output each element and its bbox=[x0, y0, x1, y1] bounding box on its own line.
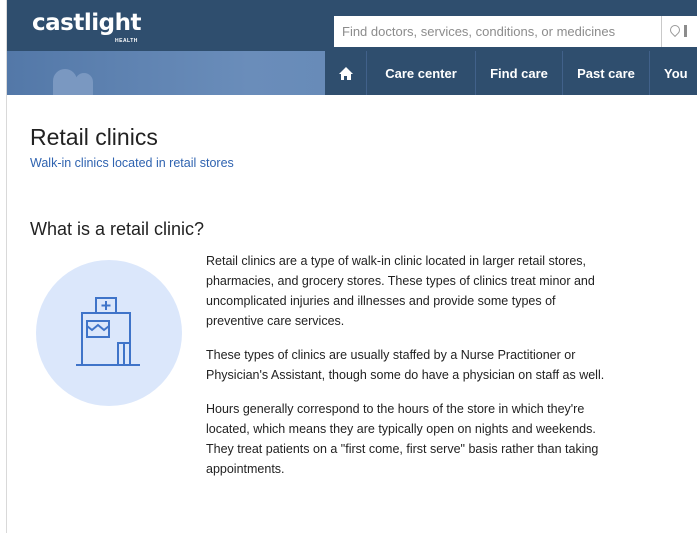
paragraph: Retail clinics are a type of walk-in cli… bbox=[206, 254, 595, 328]
nav-care-center[interactable]: Care center bbox=[367, 51, 476, 95]
location-input-text bbox=[684, 25, 687, 37]
nav-you[interactable]: You bbox=[650, 51, 697, 95]
home-icon bbox=[338, 66, 353, 80]
logo-subtext: HEALTH bbox=[115, 38, 138, 44]
search-input[interactable] bbox=[334, 16, 661, 47]
banner-tree-decoration bbox=[53, 69, 77, 95]
location-input[interactable] bbox=[662, 16, 697, 47]
retail-clinic-store-icon bbox=[36, 260, 182, 406]
paragraph: Hours generally correspond to the hours … bbox=[206, 402, 599, 476]
castlight-logo[interactable]: castlight bbox=[32, 10, 141, 36]
paragraph: These types of clinics are usually staff… bbox=[206, 348, 605, 382]
page-title: Retail clinics bbox=[30, 124, 158, 150]
page-frame: castlight HEALTH Care center Find care P… bbox=[0, 0, 697, 533]
page-subtitle-link[interactable]: Walk-in clinics located in retail stores bbox=[30, 156, 234, 170]
section-heading: What is a retail clinic? bbox=[30, 219, 205, 239]
nav-find-care[interactable]: Find care bbox=[476, 51, 563, 95]
location-pin-icon bbox=[667, 22, 683, 38]
banner-tree-decoration bbox=[75, 73, 93, 95]
nav-home-button[interactable] bbox=[325, 51, 367, 95]
main-nav: Care center Find care Past care You bbox=[325, 51, 697, 95]
nav-past-care[interactable]: Past care bbox=[563, 51, 650, 95]
section-body: Retail clinics are a type of walk-in cli… bbox=[206, 251, 616, 493]
